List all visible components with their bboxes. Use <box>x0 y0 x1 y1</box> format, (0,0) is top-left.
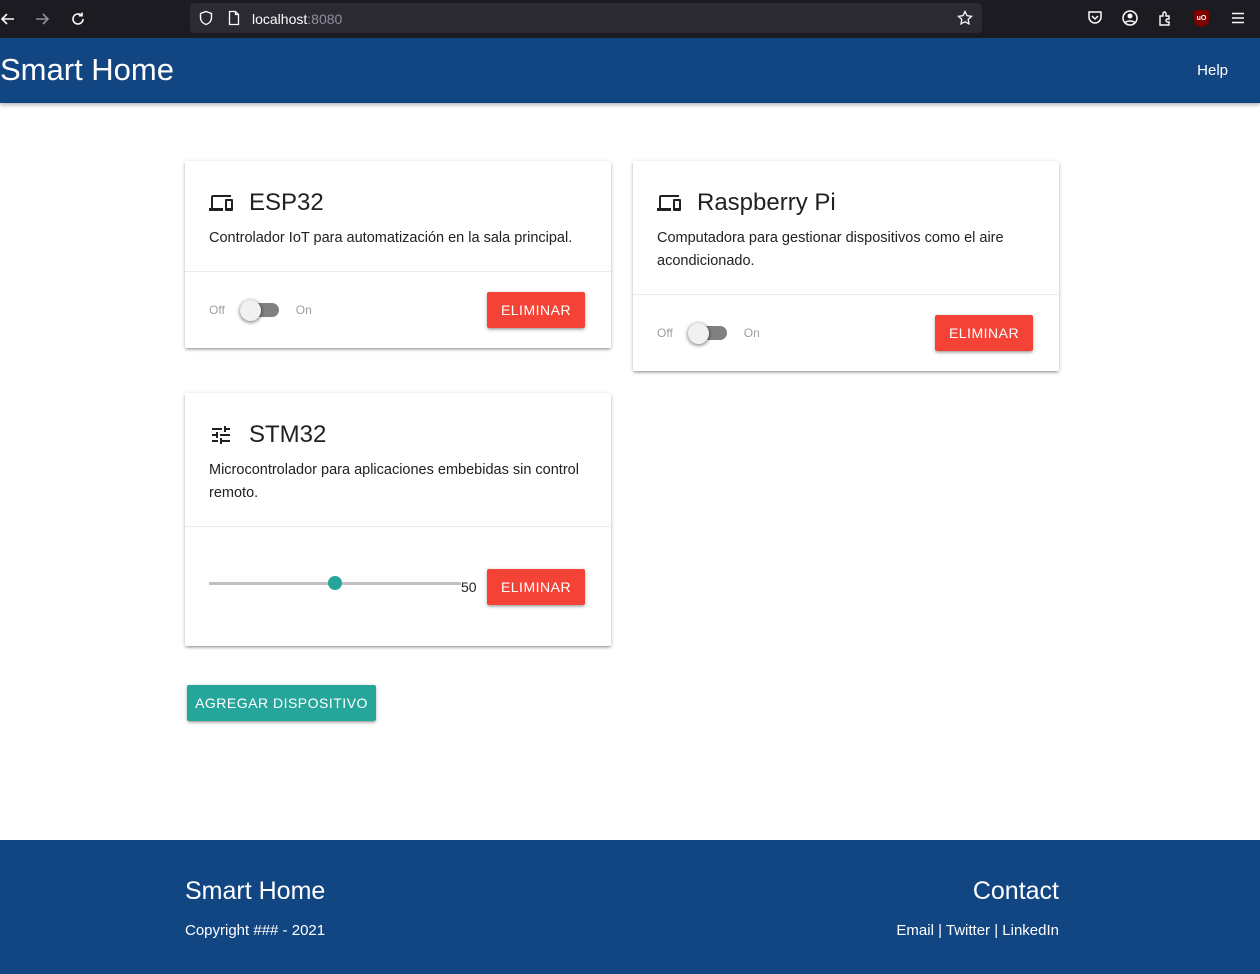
card-title: STM32 <box>209 421 587 449</box>
device-name: ESP32 <box>249 189 324 216</box>
page-icon <box>228 10 240 26</box>
delete-button[interactable]: ELIMINAR <box>487 292 585 328</box>
device-name: STM32 <box>249 421 327 448</box>
pocket-icon[interactable] <box>1086 9 1104 27</box>
address-bar[interactable]: localhost:8080 <box>190 3 982 33</box>
app-navbar: Smart Home Help <box>0 38 1260 103</box>
device-name: Raspberry Pi <box>697 189 836 216</box>
device-description: Microcontrolador para aplicaciones embeb… <box>209 462 579 501</box>
device-card-stm32: STM32 Microcontrolador para aplicaciones… <box>185 393 611 646</box>
ublock-origin-icon[interactable]: uO <box>1194 10 1209 27</box>
footer-contact-title: Contact <box>972 877 1059 905</box>
devices-icon <box>657 195 681 211</box>
device-description: Computadora para gestionar dispositivos … <box>657 230 1004 269</box>
slider-value: 50 <box>461 579 477 595</box>
switch-knob[interactable] <box>239 300 261 321</box>
switch-track[interactable] <box>687 323 727 344</box>
forward-arrow-icon <box>36 13 50 25</box>
browser-toolbar: localhost:8080 uO <box>0 0 1260 38</box>
switch-knob[interactable] <box>687 323 709 344</box>
footer-brand: Smart Home <box>185 877 326 905</box>
reload-button[interactable] <box>66 7 90 31</box>
level-slider[interactable] <box>209 576 461 590</box>
url-port: :8080 <box>307 11 343 27</box>
menu-icon[interactable] <box>1229 9 1247 27</box>
delete-button[interactable]: ELIMINAR <box>935 315 1033 351</box>
switch-off-label: Off <box>657 326 673 340</box>
forward-button[interactable] <box>30 7 54 31</box>
add-device-button[interactable]: AGREGAR DISPOSITIVO <box>187 685 376 721</box>
switch-on-label: On <box>743 326 760 340</box>
reload-icon <box>72 12 84 25</box>
footer-copyright: Copyright ### - 2021 <box>185 922 326 939</box>
footer-contact-links[interactable]: Email | Twitter | LinkedIn <box>896 922 1059 939</box>
shield-icon[interactable] <box>198 10 214 26</box>
card-title: Raspberry Pi <box>657 189 1035 217</box>
bookmark-star-icon[interactable] <box>957 10 973 26</box>
delete-button[interactable]: ELIMINAR <box>487 569 585 605</box>
back-arrow-icon <box>0 13 14 25</box>
extensions-icon[interactable] <box>1157 9 1175 27</box>
switch-on-label: On <box>295 303 312 317</box>
url-text[interactable]: localhost:8080 <box>252 11 342 27</box>
device-card-raspberry-pi: Raspberry Pi Computadora para gestionar … <box>633 161 1059 371</box>
switch-track[interactable] <box>239 300 279 321</box>
devices-icon <box>209 195 233 211</box>
power-switch[interactable]: Off On <box>657 323 760 344</box>
slider-thumb[interactable] <box>328 576 342 590</box>
card-title: ESP32 <box>209 189 587 217</box>
page-footer: Smart Home Copyright ### - 2021 Contact … <box>0 840 1260 974</box>
help-link[interactable]: Help <box>1197 62 1228 79</box>
card-action: Off On ELIMINAR <box>185 271 611 348</box>
card-action: Off On ELIMINAR <box>633 294 1059 371</box>
brand-logo[interactable]: Smart Home <box>0 52 174 88</box>
account-icon[interactable] <box>1121 9 1139 27</box>
back-button[interactable] <box>0 7 20 31</box>
switch-off-label: Off <box>209 303 225 317</box>
url-host: localhost <box>252 11 308 27</box>
tune-icon <box>212 426 230 444</box>
card-action: 50 ELIMINAR <box>185 526 611 646</box>
power-switch[interactable]: Off On <box>209 300 312 321</box>
device-card-esp32: ESP32 Controlador IoT para automatizació… <box>185 161 611 348</box>
device-description: Controlador IoT para automatización en l… <box>209 230 573 246</box>
